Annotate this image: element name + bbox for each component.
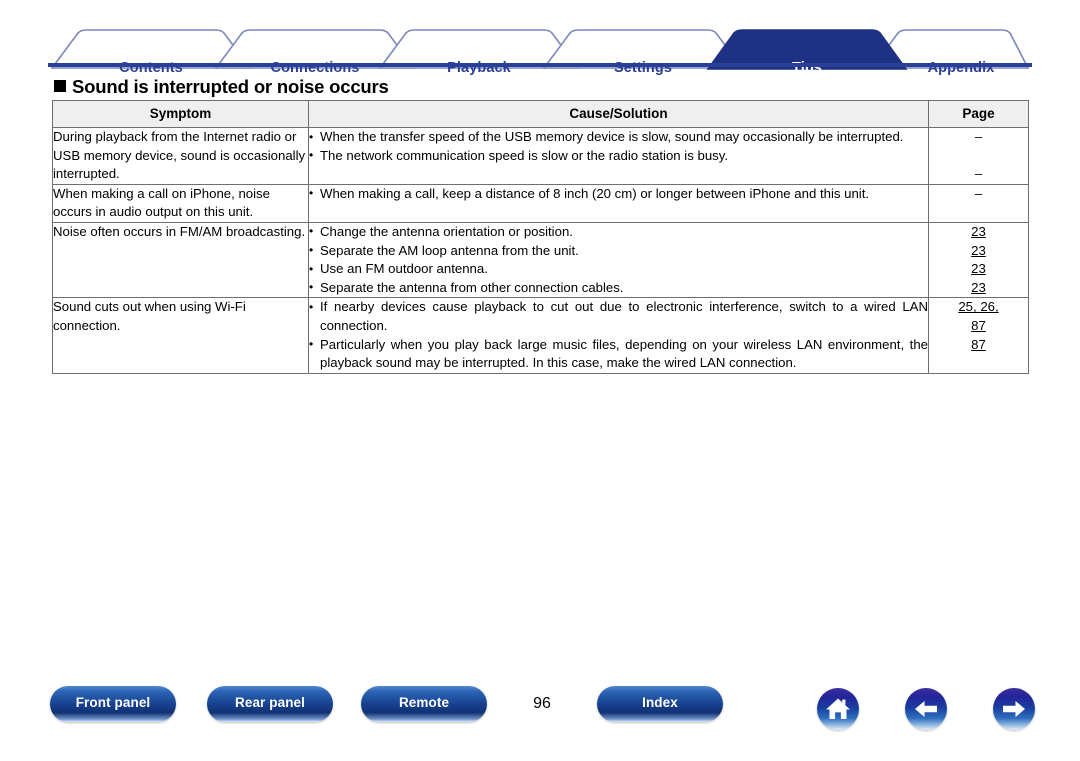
cause-list: If nearby devices cause playback to cut …: [309, 298, 928, 372]
cause-item-text: When making a call, keep a distance of 8…: [320, 185, 870, 201]
symptom-cell: Sound cuts out when using Wi-Fi connecti…: [52, 297, 309, 374]
page-cell: –: [928, 183, 1029, 223]
cause-list: When the transfer speed of the USB memor…: [309, 128, 928, 165]
page-number: 96: [533, 695, 551, 712]
page-link[interactable]: 87: [971, 318, 986, 333]
cause-item-text: Separate the antenna from other connecti…: [320, 279, 624, 295]
remote-button-label: Remote: [398, 695, 450, 710]
next-button[interactable]: [993, 688, 1035, 730]
cause-list: Change the antenna orientation or positi…: [309, 222, 928, 298]
table-header-row: Symptom Cause/Solution Page: [52, 100, 1029, 128]
page-link-wrap: 23: [929, 223, 1028, 242]
table-row: When making a call on iPhone, noise occu…: [52, 183, 1029, 223]
cause-cell: When the transfer speed of the USB memor…: [308, 127, 929, 185]
rear-panel-button-label: Rear panel: [234, 695, 306, 710]
page-title: Sound is interrupted or noise occurs: [54, 76, 389, 98]
square-bullet-icon: [54, 80, 66, 92]
cause-cell: If nearby devices cause playback to cut …: [308, 297, 929, 374]
cause-item-text: Particularly when you play back large mu…: [320, 336, 928, 371]
home-button[interactable]: [817, 688, 859, 730]
page-link[interactable]: 25, 26,: [958, 299, 998, 314]
cause-item: Particularly when you play back large mu…: [309, 335, 928, 373]
page-link[interactable]: 87: [971, 337, 986, 352]
table-row: Noise often occurs in FM/AM broadcasting…: [52, 221, 1029, 299]
page-link-wrap: 87: [929, 317, 1028, 336]
page-link-wrap: 23: [929, 242, 1028, 261]
page-link[interactable]: 23: [971, 243, 986, 258]
cause-list: When making a call, keep a distance of 8…: [309, 184, 928, 204]
arrow-right-icon: [1003, 701, 1025, 717]
back-button[interactable]: [905, 688, 947, 730]
page-link[interactable]: 23: [971, 280, 986, 295]
tab-underline-rule: [48, 63, 1032, 67]
cause-item-text: The network communication speed is slow …: [320, 147, 729, 163]
column-header-page: Page: [928, 100, 1029, 128]
page-link[interactable]: 23: [971, 261, 986, 276]
cause-item-text: Change the antenna orientation or positi…: [320, 223, 573, 239]
column-header-symptom: Symptom: [52, 100, 309, 128]
rear-panel-button[interactable]: Rear panel: [207, 686, 333, 722]
cause-item: Change the antenna orientation or positi…: [309, 222, 928, 242]
cause-item: Separate the AM loop antenna from the un…: [309, 241, 928, 261]
page-link-wrap: 87: [929, 336, 1028, 355]
troubleshooting-table: Symptom Cause/Solution Page During playb…: [52, 100, 1029, 374]
page-link-wrap: 25, 26,: [929, 298, 1028, 317]
front-panel-button[interactable]: Front panel: [50, 686, 176, 722]
table-row: Sound cuts out when using Wi-Fi connecti…: [52, 297, 1029, 374]
page-cell: – –: [928, 127, 1029, 185]
symptom-cell: During playback from the Internet radio …: [52, 127, 309, 185]
page-dash: –: [974, 129, 983, 144]
cause-item: The network communication speed is slow …: [309, 146, 928, 166]
column-header-cause: Cause/Solution: [308, 100, 929, 128]
cause-cell: When making a call, keep a distance of 8…: [308, 183, 929, 223]
page-link-wrap: 23: [929, 260, 1028, 279]
cause-item: If nearby devices cause playback to cut …: [309, 298, 928, 335]
table-row: During playback from the Internet radio …: [52, 127, 1029, 185]
cause-item-text: When the transfer speed of the USB memor…: [320, 129, 904, 144]
cause-cell: Change the antenna orientation or positi…: [308, 221, 929, 299]
arrow-left-icon: [915, 701, 937, 717]
remote-button[interactable]: Remote: [361, 686, 487, 722]
cause-item-text: Use an FM outdoor antenna.: [320, 261, 488, 277]
cause-item: Separate the antenna from other connecti…: [309, 278, 928, 298]
home-icon: [826, 698, 850, 719]
page-cell: 25, 26, 87 87: [928, 297, 1029, 374]
page-cell: 23 23 23 23: [928, 221, 1029, 299]
cause-item: Use an FM outdoor antenna.: [309, 260, 928, 279]
front-panel-button-label: Front panel: [75, 695, 151, 710]
symptom-cell: Noise often occurs in FM/AM broadcasting…: [52, 221, 309, 299]
index-button-label: Index: [642, 695, 678, 710]
symptom-cell: When making a call on iPhone, noise occu…: [52, 183, 309, 223]
page-spacer: [929, 147, 1028, 166]
page-link[interactable]: 23: [971, 224, 986, 239]
index-button[interactable]: Index: [597, 686, 723, 722]
page-dash: –: [974, 185, 983, 201]
tab-bar: Contents Connections Playback Settings T…: [48, 28, 1032, 76]
page-link-wrap: 23: [929, 279, 1028, 298]
cause-item: When making a call, keep a distance of 8…: [309, 184, 928, 204]
page-title-text: Sound is interrupted or noise occurs: [72, 76, 389, 97]
cause-item: When the transfer speed of the USB memor…: [309, 128, 928, 147]
cause-item-text: If nearby devices cause playback to cut …: [320, 299, 928, 333]
cause-item-text: Separate the AM loop antenna from the un…: [320, 242, 579, 258]
page-dash: –: [974, 166, 983, 182]
